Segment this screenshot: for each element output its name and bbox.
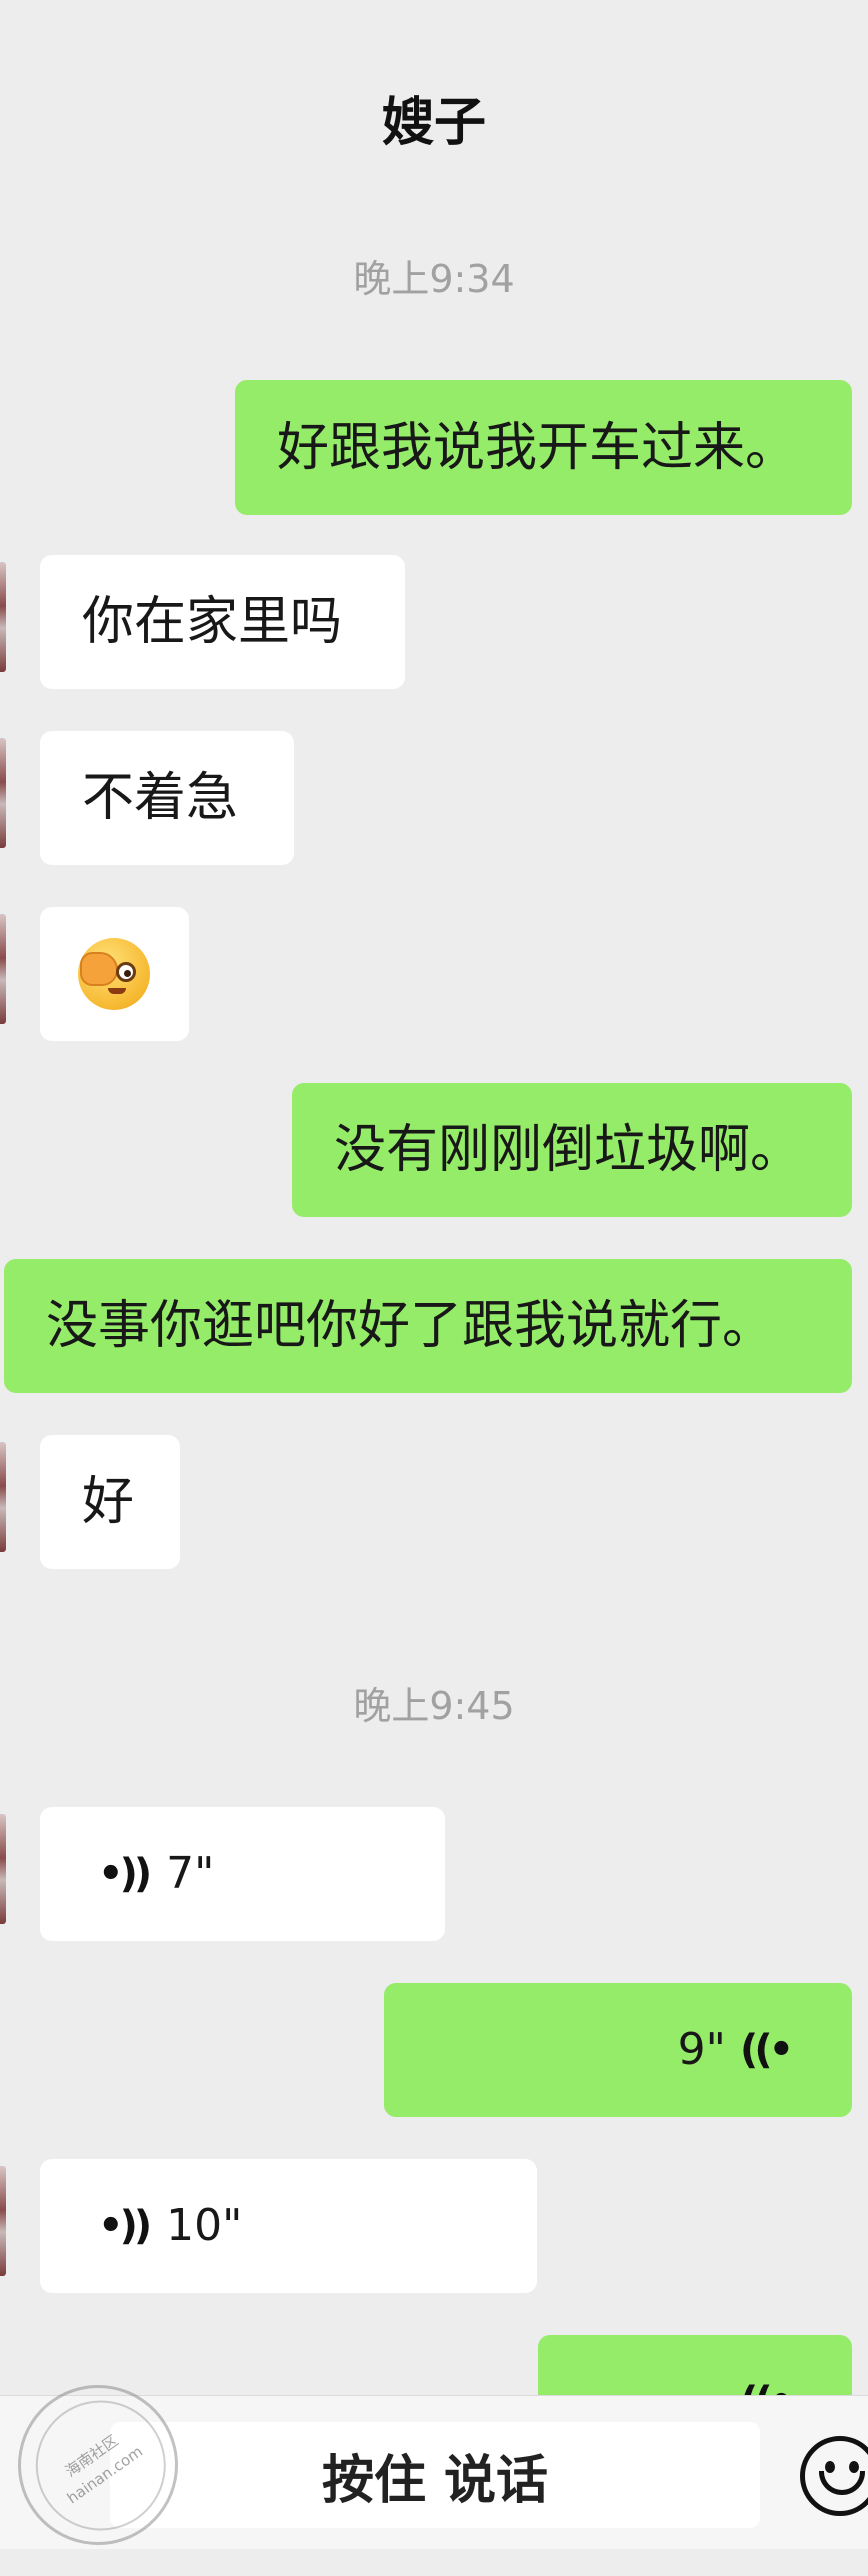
hold-to-talk-button[interactable]: 按住 说话 — [110, 2422, 760, 2528]
contact-avatar[interactable] — [0, 738, 6, 848]
incoming-voice-message[interactable]: •)) 10" — [40, 2159, 537, 2293]
incoming-message[interactable]: 不着急 — [40, 731, 294, 865]
voice-duration: 10" — [166, 2200, 243, 2251]
voice-wave-icon: •)) — [743, 2027, 794, 2073]
message-text: 好跟我说我开车过来。 — [277, 417, 798, 478]
outgoing-message[interactable]: 没事你逛吧你好了跟我说就行。 — [4, 1259, 852, 1393]
voice-wave-icon: •)) — [98, 2203, 152, 2249]
incoming-emoji-message[interactable] — [40, 907, 189, 1041]
timestamp: 晚上9:45 — [353, 1684, 515, 1728]
incoming-voice-message[interactable]: •)) 7" — [40, 1807, 445, 1941]
message-text: 你在家里吗 — [82, 592, 343, 652]
voice-wave-icon: •)) — [98, 1851, 152, 1897]
outgoing-voice-message[interactable]: 9" •)) — [384, 1983, 852, 2117]
outgoing-voice-message[interactable]: •)) — [538, 2335, 852, 2395]
contact-avatar[interactable] — [0, 1814, 6, 1924]
message-text: 没事你逛吧你好了跟我说就行。 — [46, 1296, 775, 1356]
contact-name: 嫂子 — [381, 93, 486, 153]
input-bar: 按住 说话 — [0, 2395, 868, 2549]
voice-duration: 9" — [677, 2024, 726, 2075]
voice-duration: 7" — [166, 1848, 215, 1899]
face-with-hand-over-eye-icon — [78, 938, 150, 1010]
incoming-message[interactable]: 你在家里吗 — [40, 555, 405, 689]
outgoing-message[interactable]: 没有刚刚倒垃圾啊。 — [292, 1083, 852, 1217]
incoming-message[interactable]: 好 — [40, 1435, 180, 1569]
contact-avatar[interactable] — [0, 2166, 6, 2276]
contact-avatar[interactable] — [0, 562, 6, 672]
chat-header: 嫂子 — [0, 0, 868, 200]
outgoing-message[interactable]: 好跟我说我开车过来。 — [235, 380, 852, 515]
message-text: 好 — [82, 1472, 135, 1532]
contact-avatar[interactable] — [0, 1442, 6, 1552]
voice-wave-icon: •)) — [744, 2379, 794, 2395]
contact-avatar[interactable] — [0, 914, 6, 1024]
message-text: 没有刚刚倒垃圾啊。 — [334, 1120, 803, 1180]
message-list[interactable]: 晚上9:34 好跟我说我开车过来。 你在家里吗 不着急 没有刚刚倒垃圾啊。 没事… — [0, 200, 868, 2395]
smiley-icon[interactable] — [800, 2436, 868, 2516]
timestamp: 晚上9:34 — [353, 257, 515, 301]
message-text: 不着急 — [82, 768, 239, 828]
